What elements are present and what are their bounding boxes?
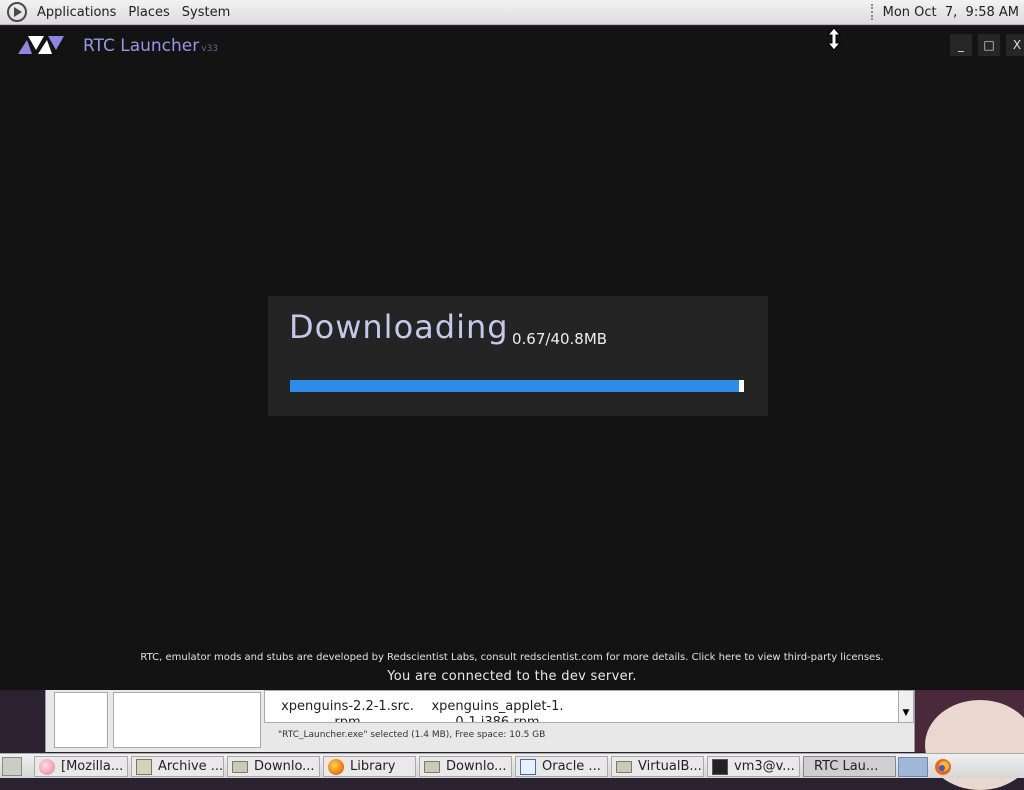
firefox-icon: [39, 758, 55, 775]
terminal-icon: [712, 758, 728, 775]
taskbar-item-label: Archive ...: [158, 759, 224, 774]
taskbar-item-label: Oracle ...: [542, 759, 601, 774]
taskbar-item-label: RTC Lau...: [814, 759, 879, 774]
connection-status: You are connected to the dev server.: [387, 669, 637, 684]
desktop-wallpaper: [915, 690, 1024, 790]
places-pane: [54, 692, 108, 748]
distro-logo-icon[interactable]: [7, 2, 27, 22]
file-item[interactable]: xpenguins-2.2-1.src. rpm: [275, 699, 420, 722]
launcher-title: RTC Launcher: [83, 36, 200, 56]
launcher-brand: RTC Launcher v33: [18, 34, 218, 56]
taskbar-item-label: vm3@v...: [734, 759, 795, 774]
rtc-launcher-window: RTC Launcher v33 _ □ X Downloading 0.67/…: [0, 26, 1024, 690]
menu-system[interactable]: System: [176, 5, 236, 20]
taskbar-item-rtc-launcher[interactable]: RTC Lau...: [803, 756, 896, 777]
taskbar-item-label: Library: [350, 759, 396, 774]
download-title: Downloading: [289, 308, 509, 346]
taskbar-item-label: Downlo...: [446, 759, 507, 774]
taskbar-item-label: [Mozilla...: [61, 759, 124, 774]
scroll-down-arrow-icon[interactable]: ▼: [898, 690, 914, 723]
folder-icon: [424, 760, 440, 773]
menu-places[interactable]: Places: [122, 5, 175, 20]
file-list: xpenguins-2.2-1.src. rpm xpenguins_apple…: [264, 690, 899, 723]
taskbar-item-virtualbox[interactable]: VirtualB...: [611, 756, 704, 777]
taskbar-item-terminal[interactable]: vm3@v...: [707, 756, 800, 777]
rtc-logo-icon: [18, 36, 64, 54]
maximize-button[interactable]: □: [978, 34, 1000, 56]
firefox-launcher-icon[interactable]: [934, 758, 952, 776]
minimize-button[interactable]: _: [950, 34, 972, 56]
taskbar-item-library[interactable]: Library: [323, 756, 416, 777]
taskbar-item-label: Downlo...: [254, 759, 315, 774]
tree-pane: [113, 692, 261, 748]
clock[interactable]: Mon Oct 7, 9:58 AM: [883, 5, 1019, 20]
archive-icon: [136, 758, 152, 775]
folder-icon: [232, 760, 248, 773]
taskbar-item-downloads-2[interactable]: Downlo...: [419, 756, 512, 777]
firefox-icon: [328, 758, 344, 775]
launcher-version: v33: [201, 44, 219, 54]
panel-grip-handle[interactable]: [870, 4, 875, 20]
taskbar-item-mozilla[interactable]: [Mozilla...: [34, 756, 128, 777]
download-progress-fill: [290, 380, 740, 392]
resize-cursor-icon: [826, 28, 842, 50]
bottom-taskbar: [Mozilla... Archive ... Downlo... Librar…: [0, 753, 1024, 778]
download-size: 0.67/40.8MB: [512, 330, 608, 348]
folder-icon: [616, 760, 632, 773]
file-manager-window: xpenguins-2.2-1.src. rpm xpenguins_apple…: [45, 690, 915, 752]
download-progress-bar: [290, 380, 744, 392]
close-button[interactable]: X: [1006, 34, 1024, 56]
taskbar-item-oracle[interactable]: Oracle ...: [515, 756, 608, 777]
top-panel: Applications Places System Mon Oct 7, 9:…: [0, 0, 1024, 25]
taskbar-item-archive[interactable]: Archive ...: [131, 756, 224, 777]
oracle-icon: [520, 758, 536, 775]
file-item[interactable]: xpenguins_applet-1. 0-1.i386.rpm: [425, 699, 570, 722]
workspace-switcher[interactable]: [898, 757, 928, 777]
taskbar-item-label: VirtualB...: [638, 759, 702, 774]
legal-notice-link[interactable]: RTC, emulator mods and stubs are develop…: [0, 652, 1024, 663]
show-desktop-icon[interactable]: [2, 757, 22, 776]
menu-applications[interactable]: Applications: [31, 5, 122, 20]
download-panel: Downloading 0.67/40.8MB: [268, 296, 768, 416]
taskbar-item-downloads-1[interactable]: Downlo...: [227, 756, 320, 777]
file-manager-status: "RTC_Launcher.exe" selected (1.4 MB), Fr…: [278, 730, 546, 740]
